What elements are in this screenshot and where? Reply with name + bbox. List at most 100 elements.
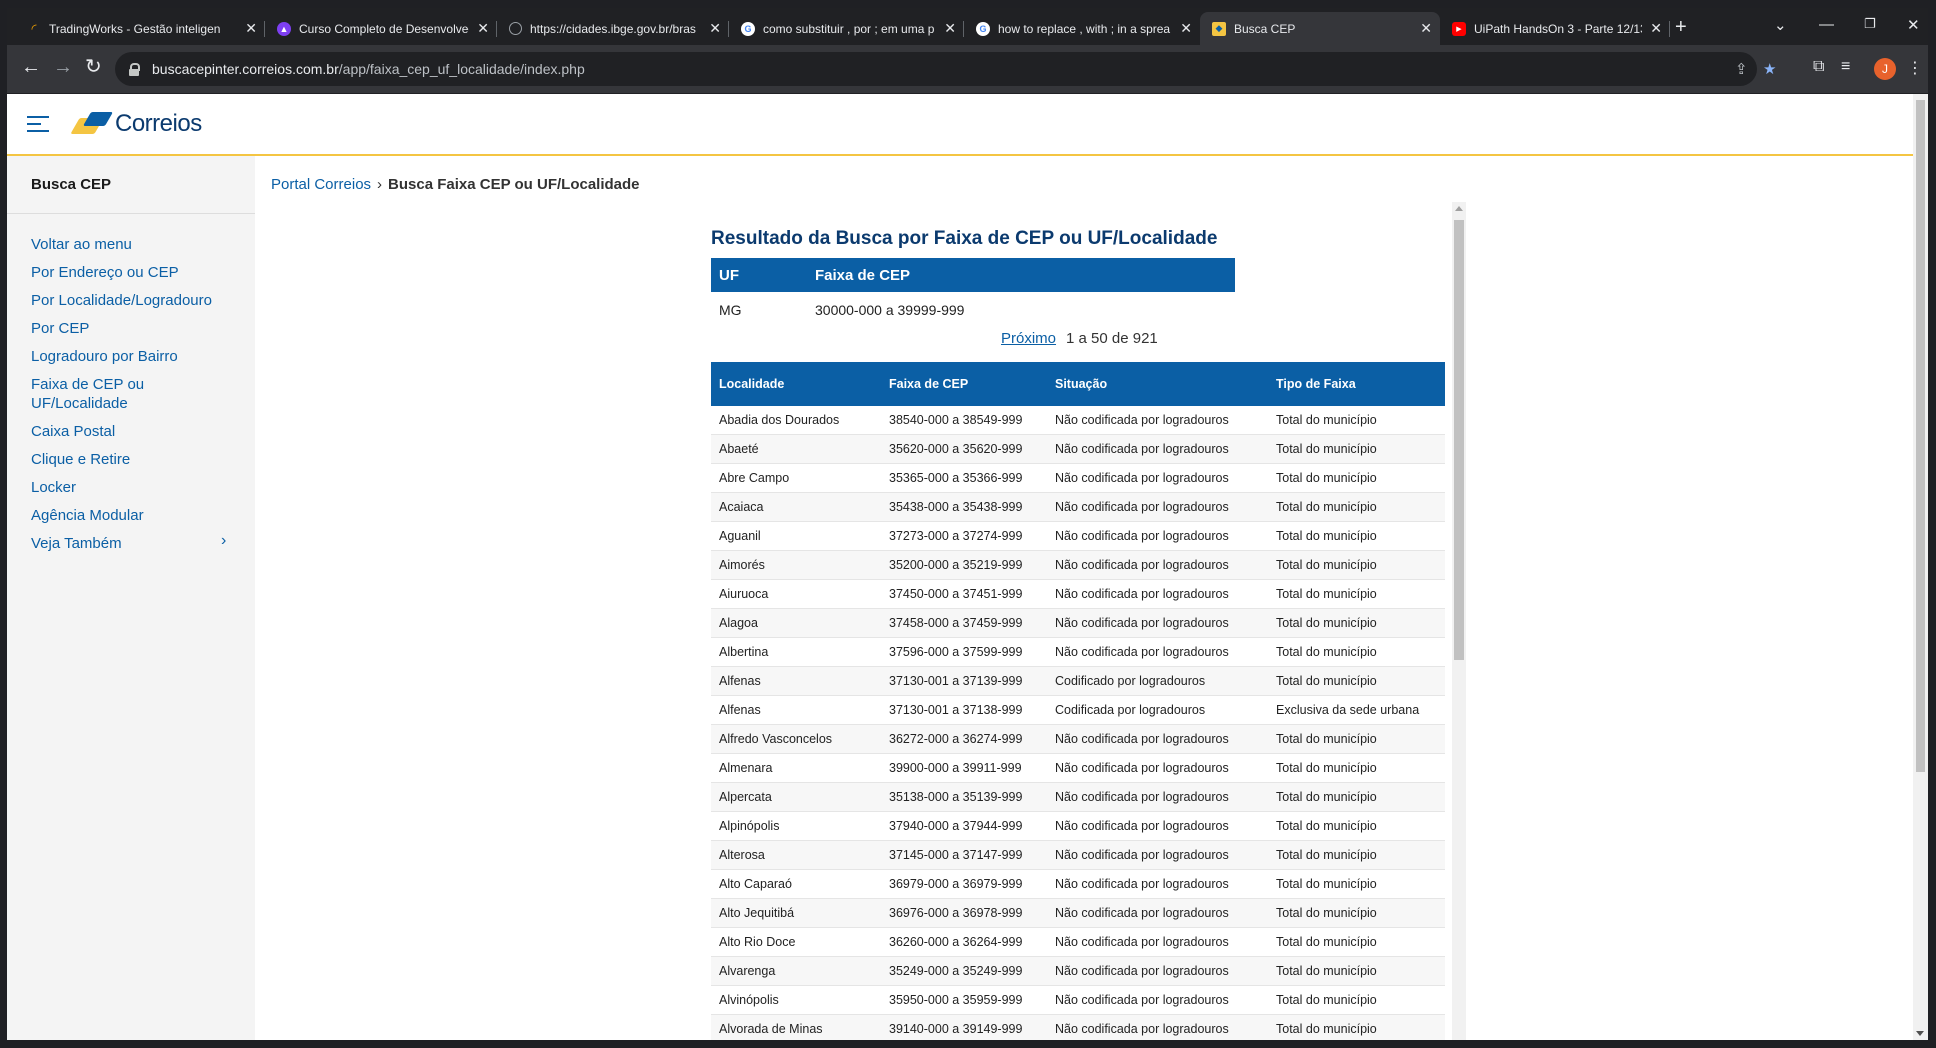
profile-initial: J [1882, 62, 1888, 76]
close-icon[interactable]: ✕ [709, 20, 721, 37]
media-control-icon[interactable]: ≡ [1841, 58, 1850, 76]
tab-title: Curso Completo de Desenvolvec [299, 21, 470, 36]
url-path: /app/faixa_cep_uf_localidade/index.php [338, 61, 585, 77]
tipo-faixa-cell: Total do município [1268, 463, 1445, 493]
situacao-column-header: Situação [1047, 362, 1268, 406]
situacao-cell: Não codificada por logradouros [1047, 579, 1268, 609]
back-icon[interactable]: ← [21, 57, 41, 77]
tipo-faixa-cell: Total do município [1268, 898, 1445, 928]
scrollbar-thumb[interactable] [1454, 220, 1464, 660]
correios-logo[interactable]: Correios [75, 104, 202, 144]
table-row: Alto Jequitibá 36976-000 a 36978-999 Não c… [711, 898, 1445, 928]
table-row: Albertina 37596-000 a 37599-999 Não codifi… [711, 637, 1445, 667]
sidebar-item-caixa-postal[interactable]: Caixa Postal [31, 422, 115, 441]
extensions-icon[interactable]: ⧉ [1813, 58, 1824, 76]
faixa-cep-cell: 36272-000 a 36274-999 [881, 724, 1047, 754]
scroll-down-icon[interactable] [1916, 1031, 1924, 1036]
close-icon[interactable]: ✕ [245, 20, 257, 37]
scroll-up-icon[interactable] [1455, 206, 1463, 211]
sidebar-item-por-endereco[interactable]: Por Endereço ou CEP [31, 263, 179, 282]
browser-window: ◜ TradingWorks - Gestão inteligen ✕ ▲ Cu… [7, 8, 1928, 1040]
restore-icon[interactable]: ❐ [1864, 16, 1876, 32]
sidebar-item-por-cep[interactable]: Por CEP [31, 319, 89, 338]
table-row: Alvinópolis 35950-000 a 35959-999 Não codi… [711, 985, 1445, 1015]
bookmark-star-icon[interactable]: ★ [1763, 60, 1776, 78]
faixa-cep-cell: 35138-000 a 35139-999 [881, 782, 1047, 812]
page-scrollbar-thumb[interactable] [1916, 100, 1925, 772]
sidebar-item-logradouro-por-bairro[interactable]: Logradouro por Bairro [31, 347, 178, 366]
minimize-icon[interactable]: — [1819, 16, 1834, 33]
sidebar-item-veja-tambem[interactable]: Veja Também [31, 534, 122, 553]
tab-tradingworks[interactable]: ◜ TradingWorks - Gestão inteligen ✕ [15, 12, 265, 45]
faixa-column-header: Faixa de CEP [807, 258, 1235, 292]
tab-course[interactable]: ▲ Curso Completo de Desenvolvec ✕ [265, 12, 497, 45]
sidebar-item-clique-e-retire[interactable]: Clique e Retire [31, 450, 130, 469]
close-icon[interactable]: ✕ [1420, 20, 1432, 37]
faixa-cep-column-header: Faixa de CEP [881, 362, 1047, 406]
tipo-faixa-cell: Total do município [1268, 782, 1445, 812]
next-page-link[interactable]: Próximo [1001, 330, 1056, 347]
breadcrumb-home-link[interactable]: Portal Correios [271, 176, 371, 193]
tab-title: como substituir , por ; em uma p [763, 21, 935, 36]
close-icon[interactable]: ✕ [944, 20, 956, 37]
sidebar-item-agencia-modular[interactable]: Agência Modular [31, 506, 144, 525]
correios-logo-icon [75, 110, 111, 138]
tipo-faixa-cell: Total do município [1268, 811, 1445, 841]
result-title: Resultado da Busca por Faixa de CEP ou U… [711, 228, 1218, 249]
tab-youtube[interactable]: ▶ UiPath HandsOn 3 - Parte 12/13 ✕ [1440, 12, 1670, 45]
google-icon: G [976, 21, 990, 36]
tab-title: TradingWorks - Gestão inteligen [49, 21, 221, 36]
tab-busca-cep[interactable]: ◆ Busca CEP ✕ [1200, 12, 1440, 45]
table-row: Alto Caparaó 36979-000 a 36979-999 Não cod… [711, 869, 1445, 899]
sidebar: Busca CEP Voltar ao menu Por Endereço ou… [7, 156, 255, 1040]
forward-icon[interactable]: → [53, 57, 73, 77]
sidebar-item-label: UF/Localidade [31, 395, 128, 412]
sidebar-item-voltar-ao-menu[interactable]: Voltar ao menu [31, 235, 132, 254]
table-row: Alterosa 37145-000 a 37147-999 Não codific… [711, 840, 1445, 870]
share-icon[interactable]: ⇪ [1735, 60, 1748, 78]
chevron-right-icon[interactable]: › [221, 532, 226, 550]
reload-icon[interactable]: ↻ [85, 57, 102, 77]
sidebar-item-locker[interactable]: Locker [31, 478, 76, 497]
localidade-cell: Alterosa [711, 840, 881, 870]
situacao-cell: Não codificada por logradouros [1047, 985, 1268, 1015]
new-tab-button[interactable]: + [1675, 17, 1687, 37]
table-row: Alagoa 37458-000 a 37459-999 Não codificad… [711, 608, 1445, 638]
tipo-faixa-cell: Total do município [1268, 985, 1445, 1015]
tab-search-icon[interactable]: ⌄ [1774, 16, 1787, 34]
faixa-cep-cell: 35620-000 a 35620-999 [881, 434, 1047, 464]
lock-icon[interactable] [129, 63, 140, 76]
situacao-cell: Não codificada por logradouros [1047, 434, 1268, 464]
browser-menu-icon[interactable]: ⋮ [1907, 58, 1923, 78]
situacao-cell: Codificada por logradouros [1047, 695, 1268, 725]
profile-avatar[interactable]: J [1874, 58, 1896, 80]
close-window-icon[interactable]: ✕ [1907, 16, 1920, 34]
page-scrollbar[interactable] [1913, 94, 1928, 1040]
hamburger-menu-icon[interactable] [27, 116, 49, 132]
situacao-cell: Não codificada por logradouros [1047, 811, 1268, 841]
results-scrollbar[interactable] [1452, 202, 1466, 1040]
tab-strip: ◜ TradingWorks - Gestão inteligen ✕ ▲ Cu… [7, 8, 1928, 45]
close-icon[interactable]: ✕ [1180, 20, 1192, 37]
table-row: Acaiaca 35438-000 a 35438-999 Não codifica… [711, 492, 1445, 522]
youtube-icon: ▶ [1452, 21, 1466, 36]
url-text[interactable]: buscacepinter.correios.com.br/app/faixa_… [152, 61, 585, 77]
tab-google-search-2[interactable]: G how to replace , with ; in a sprea ✕ [964, 12, 1200, 45]
situacao-cell: Não codificada por logradouros [1047, 406, 1268, 435]
course-icon: ▲ [277, 21, 291, 36]
sidebar-item-por-localidade[interactable]: Por Localidade/Logradouro [31, 291, 212, 310]
faixa-cep-cell: 37145-000 a 37147-999 [881, 840, 1047, 870]
close-icon[interactable]: ✕ [477, 20, 489, 37]
address-bar[interactable]: buscacepinter.correios.com.br/app/faixa_… [115, 52, 1776, 86]
situacao-cell: Não codificada por logradouros [1047, 840, 1268, 870]
tab-title: https://cidades.ibge.gov.br/bras [530, 21, 696, 36]
close-icon[interactable]: ✕ [1650, 20, 1662, 37]
faixa-cep-cell: 39140-000 a 39149-999 [881, 1014, 1047, 1040]
page: Correios Busca CEP Voltar ao menu Por En… [7, 94, 1913, 1040]
uf-summary-table: UF Faixa de CEP MG 30000-000 a 39999-999 [711, 258, 1235, 328]
situacao-cell: Não codificada por logradouros [1047, 463, 1268, 493]
result-range-text: 1 a 50 de 921 [1066, 330, 1158, 347]
tab-ibge[interactable]: https://cidades.ibge.gov.br/bras ✕ [497, 12, 729, 45]
sidebar-item-faixa-cep[interactable]: Faixa de CEP ou UF/Localidade [31, 375, 144, 413]
tab-google-search-1[interactable]: G como substituir , por ; em uma p ✕ [729, 12, 964, 45]
